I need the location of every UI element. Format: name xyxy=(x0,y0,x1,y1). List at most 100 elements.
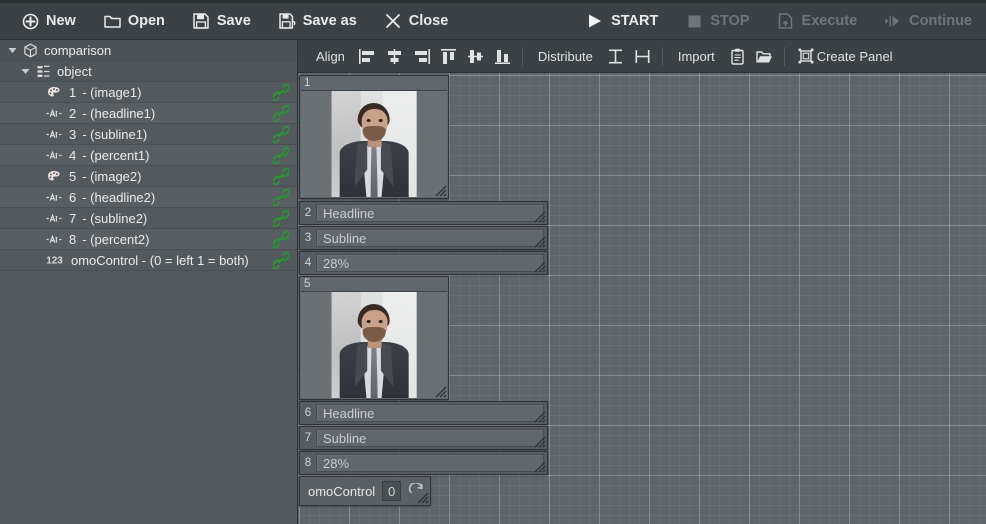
start-button-label: START xyxy=(611,13,658,29)
tree-item-index: 4 xyxy=(69,148,76,163)
image-thumbnail xyxy=(301,291,447,398)
link-chain-icon[interactable] xyxy=(273,168,289,185)
circular-arrows-icon[interactable] xyxy=(408,481,425,501)
align-right-button[interactable] xyxy=(408,44,435,69)
canvas-widget-headline1[interactable]: 2 Headline xyxy=(299,201,548,225)
tree-item-label: - (headline2) xyxy=(82,190,155,205)
close-button[interactable]: Close xyxy=(371,3,463,40)
tree-item-percent1[interactable]: 4 - (percent1) xyxy=(0,145,297,166)
link-chain-icon[interactable] xyxy=(273,105,289,122)
continue-button[interactable]: Continue xyxy=(871,3,986,40)
align-bottom-icon xyxy=(493,48,512,65)
link-chain-icon[interactable] xyxy=(273,147,289,164)
align-right-icon xyxy=(412,48,431,65)
save-button[interactable]: Save xyxy=(179,3,265,40)
tree-item-label: - (headline1) xyxy=(82,106,155,121)
text-field-icon xyxy=(44,229,64,250)
text-field-headline1[interactable]: Headline xyxy=(316,204,544,222)
tree-item-index: 1 xyxy=(69,85,76,100)
canvas-widget-headline2[interactable]: 6 Headline xyxy=(299,401,548,425)
widget-number: 5 xyxy=(304,278,310,291)
link-chain-icon[interactable] xyxy=(273,84,289,101)
start-button[interactable]: START xyxy=(573,3,672,40)
open-button[interactable]: Open xyxy=(90,3,179,40)
continue-button-label: Continue xyxy=(909,13,972,29)
number-123-icon: 123 xyxy=(44,250,64,271)
distribute-horizontal-button[interactable] xyxy=(629,44,656,69)
canvas-widget-image2[interactable]: 5 xyxy=(299,276,449,400)
align-middle-vertical-button[interactable] xyxy=(462,44,489,69)
tree-item-index: 5 xyxy=(69,169,76,184)
widget-number: 7 xyxy=(300,427,316,449)
distribute-vertical-button[interactable] xyxy=(602,44,629,69)
align-left-button[interactable] xyxy=(354,44,381,69)
tree-item-index: 7 xyxy=(69,211,76,226)
chevron-down-icon[interactable] xyxy=(4,40,20,61)
stop-button[interactable]: STOP xyxy=(672,3,763,40)
image-palette-icon xyxy=(44,82,64,103)
align-center-horizontal-button[interactable] xyxy=(381,44,408,69)
link-chain-icon[interactable] xyxy=(273,252,289,269)
folder-open-icon xyxy=(104,13,121,30)
open-button-label: Open xyxy=(128,13,165,29)
text-field-icon xyxy=(44,103,64,124)
tree-item-image1[interactable]: 1 - (image1) xyxy=(0,82,297,103)
canvas-widget-subline1[interactable]: 3 Subline xyxy=(299,226,548,250)
stop-button-label: STOP xyxy=(710,13,749,29)
text-field-subline1[interactable]: Subline xyxy=(316,229,544,247)
link-chain-icon[interactable] xyxy=(273,210,289,227)
tree-item-object[interactable]: object xyxy=(0,61,297,82)
text-field-percent1[interactable]: 28% xyxy=(316,254,544,272)
step-continue-icon xyxy=(885,13,902,30)
tree-item-label: - (image1) xyxy=(82,85,141,100)
tree-item-percent2[interactable]: 8 - (percent2) xyxy=(0,229,297,250)
save-as-button-label: Save as xyxy=(303,13,357,29)
tree-item-label: comparison xyxy=(44,43,111,58)
text-field-icon xyxy=(44,145,64,166)
tree-item-subline2[interactable]: 7 - (subline2) xyxy=(0,208,297,229)
widget-number: 2 xyxy=(300,202,316,224)
import-folder-button[interactable] xyxy=(751,44,778,69)
chevron-down-icon[interactable] xyxy=(17,61,33,82)
align-bottom-button[interactable] xyxy=(489,44,516,69)
tree-item-label: - (percent2) xyxy=(82,232,149,247)
text-field-percent2[interactable]: 28% xyxy=(316,454,544,472)
create-panel-button[interactable]: Create Panel xyxy=(791,44,897,69)
tree-item-image2[interactable]: 5 - (image2) xyxy=(0,166,297,187)
execute-button-label: Execute xyxy=(802,13,858,29)
new-button-label: New xyxy=(46,13,76,29)
tree-item-label: - (subline1) xyxy=(82,127,147,142)
canvas-widget-image1[interactable]: 1 xyxy=(299,75,449,199)
tree-item-index: 3 xyxy=(69,127,76,142)
canvas-widget-omocontrol[interactable]: omoControl 0 xyxy=(299,476,431,506)
tree-item-omocontrol[interactable]: 123 omoControl - (0 = left 1 = both) xyxy=(0,250,297,271)
layout-canvas[interactable]: 1 xyxy=(298,73,986,524)
canvas-widget-percent1[interactable]: 4 28% xyxy=(299,251,548,275)
link-chain-icon[interactable] xyxy=(273,126,289,143)
tree-item-subline1[interactable]: 3 - (subline1) xyxy=(0,124,297,145)
import-clipboard-button[interactable] xyxy=(724,44,751,69)
omocontrol-label: omoControl xyxy=(308,484,375,499)
tree-item-label: - (subline2) xyxy=(82,211,147,226)
execute-button[interactable]: Execute xyxy=(764,3,872,40)
canvas-widget-subline2[interactable]: 7 Subline xyxy=(299,426,548,450)
tree-item-label: - (percent1) xyxy=(82,148,149,163)
widget-number: 6 xyxy=(300,402,316,424)
tree-item-headline1[interactable]: 2 - (headline1) xyxy=(0,103,297,124)
omocontrol-value-input[interactable]: 0 xyxy=(382,481,401,501)
tree-item-headline2[interactable]: 6 - (headline2) xyxy=(0,187,297,208)
link-chain-icon[interactable] xyxy=(273,231,289,248)
canvas-widget-percent2[interactable]: 8 28% xyxy=(299,451,548,475)
link-chain-icon[interactable] xyxy=(273,189,289,206)
tree-item-comparison[interactable]: comparison xyxy=(0,40,297,61)
close-x-icon xyxy=(385,13,402,30)
new-button[interactable]: New xyxy=(8,3,90,40)
text-field-subline2[interactable]: Subline xyxy=(316,429,544,447)
plus-circle-icon xyxy=(22,13,39,30)
align-left-icon xyxy=(358,48,377,65)
save-as-button[interactable]: Save as xyxy=(265,3,371,40)
text-field-headline2[interactable]: Headline xyxy=(316,404,544,422)
align-top-button[interactable] xyxy=(435,44,462,69)
close-button-label: Close xyxy=(409,13,449,29)
object-tree-sidebar[interactable]: comparison object xyxy=(0,40,298,524)
